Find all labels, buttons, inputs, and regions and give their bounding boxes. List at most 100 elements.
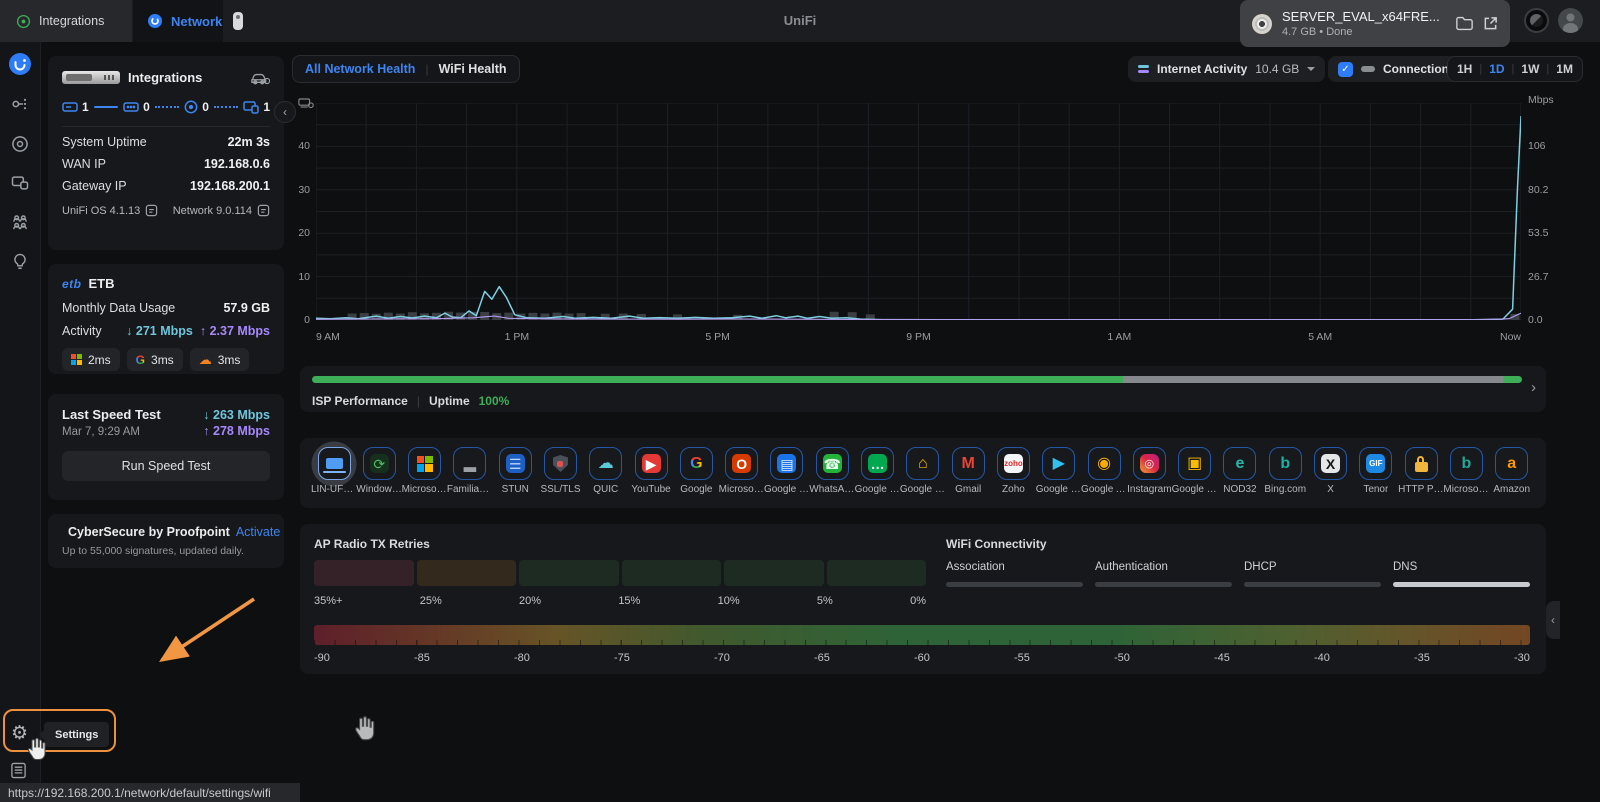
app-label-microsoft: Microsoft... [1443, 484, 1489, 495]
ping-chip-cloudflare[interactable]: ☁ 3ms [190, 348, 250, 371]
cybersecure-activate-link[interactable]: Activate [236, 525, 280, 539]
sidebar-item-devices[interactable] [8, 171, 32, 195]
os-version-chip[interactable]: UniFi OS 4.1.13 [62, 204, 158, 217]
rssi-tick-label: -30 [1514, 652, 1530, 664]
wifi-column-dhcp: DHCP [1244, 561, 1381, 587]
app-tenor[interactable]: GIFTenor [1354, 444, 1398, 495]
app-nod32[interactable]: eNOD32 [1218, 444, 1262, 495]
ping-chip-microsoft[interactable]: 2ms [62, 348, 120, 371]
app-google-st[interactable]: ⌂Google St... [901, 444, 945, 495]
range-button-1w[interactable]: 1W [1521, 62, 1539, 76]
uptime-value-2: 100% [479, 394, 510, 408]
rssi-tick-label: -35 [1414, 652, 1430, 664]
activity-plot[interactable] [316, 103, 1521, 320]
app-windows[interactable]: ⟳Windows ... [357, 444, 401, 495]
unifi-screen: Integrations Network UniFi SERVER_EVAL_x… [0, 0, 1600, 802]
app-glyph: ⟳ [370, 454, 389, 473]
app-google[interactable]: GGoogle [674, 444, 718, 495]
app-amazon[interactable]: aAmazon [1490, 444, 1534, 495]
app-google-u[interactable]: ▣Google U... [1173, 444, 1217, 495]
app-quic[interactable]: ☁QUIC [584, 444, 628, 495]
avatar[interactable] [1558, 8, 1583, 33]
system-log-button[interactable] [10, 762, 27, 779]
app-google-d[interactable]: ▤Google D... [765, 444, 809, 495]
speed-up-arrow-icon: ↑ [203, 424, 209, 438]
app-zoho[interactable]: zohoZoho [991, 444, 1035, 495]
y-axis-right-tick: 53.5 [1528, 227, 1548, 239]
rssi-gradient-bar [314, 625, 1530, 645]
app-glyph-char: ☰ [509, 457, 522, 471]
wifi-connectivity-title: WiFi Connectivity [946, 537, 1530, 551]
wifi-column-label: DHCP [1244, 561, 1381, 573]
app-microsoft[interactable]: bMicrosoft... [1444, 444, 1488, 495]
gateway-device-image [62, 71, 120, 84]
app-microsoft[interactable]: OMicrosoft... [720, 444, 764, 495]
app-stun[interactable]: ☰ STUN [493, 444, 537, 495]
app-http-pro[interactable]: HTTP Pro... [1399, 444, 1443, 495]
connections-checkbox[interactable]: ✓ [1338, 62, 1353, 77]
app-label-familiate: FamiliaTe... [447, 484, 493, 495]
ping-chip-google[interactable]: G 3ms [127, 348, 183, 371]
app-icon-windows: ⟳ [363, 447, 396, 480]
y-axis-left-tick: 10 [292, 271, 310, 283]
range-button-1h[interactable]: 1H [1457, 62, 1472, 76]
right-panel-collapse-tab[interactable]: ‹ [1546, 601, 1560, 639]
run-speed-test-button[interactable]: Run Speed Test [62, 451, 270, 481]
sidebar-item-radios[interactable] [8, 132, 32, 156]
tx-retries-label: 15% [618, 595, 640, 607]
sidebar-item-clients[interactable] [8, 210, 32, 234]
settings-button[interactable]: ⚙ [11, 724, 28, 744]
app-whatsapp[interactable]: ☎WhatsApp [810, 444, 854, 495]
panel-collapse-button[interactable]: ‹ [274, 101, 296, 123]
sidebar-item-port-manager[interactable] [8, 92, 32, 116]
internet-activity-value: 10.4 GB [1255, 62, 1299, 76]
app-youtube[interactable]: ▶YouTube [629, 444, 673, 495]
app-label-google-c: Google C... [855, 484, 901, 495]
integrations-settings-icon[interactable] [251, 71, 270, 85]
connections-legend-icon [1361, 66, 1375, 72]
app-glyph-char: O [736, 457, 747, 471]
cybersecure-card: CyberSecure by Proofpoint Activate Up to… [48, 514, 284, 568]
tab-wifi-health[interactable]: WiFi Health [439, 62, 507, 76]
isp-expand-chevron[interactable]: › [1531, 379, 1536, 396]
tab-separator: | [425, 62, 428, 76]
app-bing-com[interactable]: bBing.com [1263, 444, 1307, 495]
cloudflare-icon: ☁ [199, 353, 212, 366]
y-axis-right-tick: 26.7 [1528, 271, 1548, 283]
range-button-1m[interactable]: 1M [1556, 62, 1573, 76]
app-familiate[interactable]: ▂ FamiliaTe... [448, 444, 492, 495]
internet-activity-selector[interactable]: Internet Activity 10.4 GB [1128, 56, 1325, 82]
tab-all-network-health[interactable]: All Network Health [305, 62, 415, 76]
sidebar-item-unifi-active[interactable] [8, 52, 32, 76]
app-microsoft[interactable]: Microsoft... [403, 444, 447, 495]
folder-icon[interactable] [1456, 16, 1473, 31]
app-label-ssl-tls: SSL/TLS [540, 484, 580, 495]
app-gmail[interactable]: MGmail [946, 444, 990, 495]
ping-cloudflare-value: 3ms [218, 353, 241, 367]
time-range-group: 1H|1D|1W|1M [1447, 56, 1583, 82]
app-google-pl[interactable]: ▶Google Pl... [1037, 444, 1081, 495]
app-icon-familiate: ▂ [453, 447, 486, 480]
toast-meta: 4.7 GB • Done [1282, 26, 1446, 38]
health-tabs: All Network Health | WiFi Health [292, 55, 520, 83]
app-google-a[interactable]: ◉Google A... [1082, 444, 1126, 495]
wifi-column-bar [1393, 582, 1530, 587]
app-lin-ufh[interactable]: LIN-UFH... [312, 444, 356, 495]
extension-icon[interactable] [1524, 8, 1549, 33]
gateway-card: Integrations 1 0 0 1 [48, 56, 284, 250]
app-label-stun: STUN [502, 484, 529, 495]
toast-filename: SERVER_EVAL_x64FRE... [1282, 9, 1446, 24]
network-version-chip[interactable]: Network 9.0.114 [173, 204, 270, 217]
app-google-c[interactable]: …Google C... [856, 444, 900, 495]
open-external-icon[interactable] [1483, 16, 1498, 31]
download-toast[interactable]: SERVER_EVAL_x64FRE... 4.7 GB • Done [1240, 0, 1510, 47]
app-ssl-tls[interactable]: SSL/TLS [538, 444, 582, 495]
app-icon-quic: ☁ [589, 447, 622, 480]
app-x[interactable]: XX [1309, 444, 1353, 495]
connections-toggle[interactable]: ✓ Connections [1328, 56, 1466, 82]
range-button-1d[interactable]: 1D [1489, 62, 1504, 76]
app-instagram[interactable]: ◎Instagram [1127, 444, 1171, 495]
y-axis-unit-label: Mbps [1528, 94, 1554, 106]
rssi-tick-label: -60 [914, 652, 930, 664]
sidebar-item-insights[interactable] [8, 250, 32, 274]
